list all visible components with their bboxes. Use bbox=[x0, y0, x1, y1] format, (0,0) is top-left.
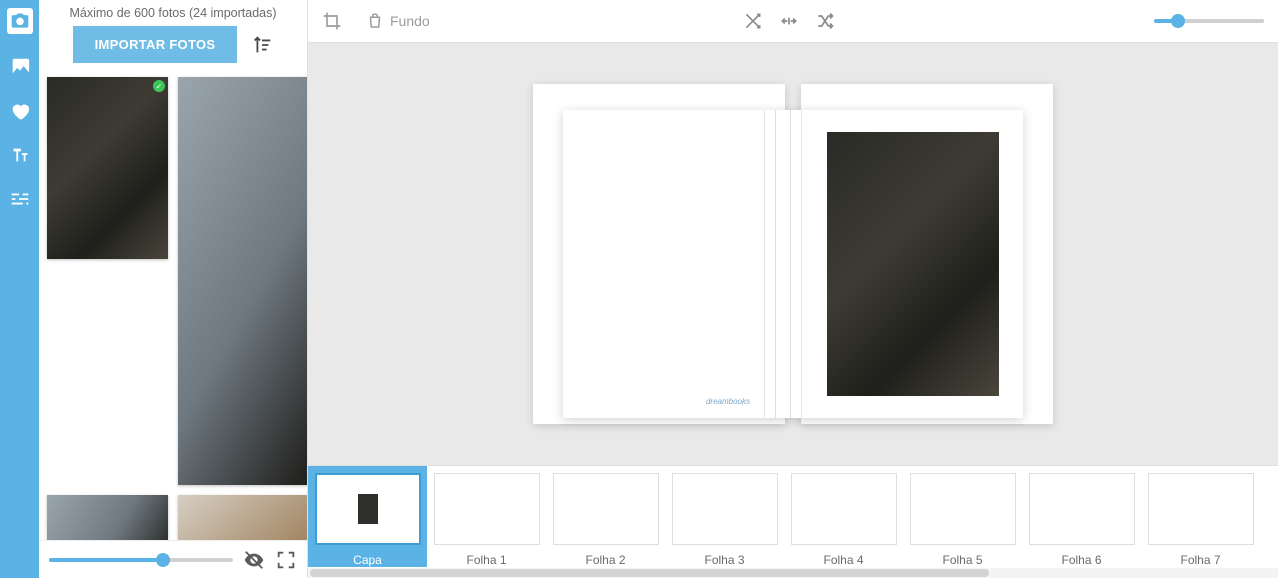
photo-count-label: Máximo de 600 fotos (24 importadas) bbox=[39, 6, 307, 20]
photo-thumb[interactable] bbox=[178, 495, 307, 540]
visibility-off-icon[interactable] bbox=[243, 549, 265, 571]
fullscreen-icon[interactable] bbox=[275, 549, 297, 571]
sidebar-footer bbox=[39, 540, 307, 578]
page-label: Folha 2 bbox=[585, 553, 625, 567]
page-thumb[interactable]: Folha 6 bbox=[1022, 466, 1141, 567]
tool-rail bbox=[0, 0, 39, 578]
zoom-slider[interactable] bbox=[1154, 19, 1264, 23]
editor-toolbar: Fundo bbox=[308, 0, 1278, 43]
brand-watermark: dreambooks bbox=[706, 397, 750, 406]
page-label: Folha 4 bbox=[823, 553, 863, 567]
crop-button[interactable] bbox=[322, 11, 342, 31]
page-label: Folha 6 bbox=[1061, 553, 1101, 567]
book-cover-preview[interactable]: dreambooks bbox=[533, 84, 1053, 424]
spine[interactable] bbox=[764, 110, 802, 418]
page-thumb[interactable]: Folha 5 bbox=[903, 466, 1022, 567]
page-thumb[interactable]: Folha 4 bbox=[784, 466, 903, 567]
image-icon[interactable] bbox=[9, 56, 31, 78]
camera-icon[interactable] bbox=[7, 8, 33, 34]
page-label: Folha 3 bbox=[704, 553, 744, 567]
page-thumb[interactable]: Folha 7 bbox=[1141, 466, 1260, 567]
background-label: Fundo bbox=[390, 13, 430, 29]
thumbnail-size-slider[interactable] bbox=[49, 558, 233, 562]
page-thumb[interactable]: Capa bbox=[308, 466, 427, 567]
photo-thumb[interactable] bbox=[47, 77, 168, 259]
page-label: Folha 5 bbox=[942, 553, 982, 567]
photos-sidebar: Máximo de 600 fotos (24 importadas) IMPO… bbox=[39, 0, 308, 578]
page-thumb[interactable]: Folha 1 bbox=[427, 466, 546, 567]
page-label: Folha 7 bbox=[1180, 553, 1220, 567]
import-photos-button[interactable]: IMPORTAR FOTOS bbox=[73, 26, 238, 63]
photo-thumb[interactable] bbox=[47, 495, 168, 540]
sliders-icon[interactable] bbox=[9, 188, 31, 210]
heart-icon[interactable] bbox=[9, 100, 31, 122]
photo-thumb[interactable] bbox=[178, 77, 307, 485]
cover-photo[interactable] bbox=[827, 132, 999, 396]
shuffle-icon[interactable] bbox=[743, 11, 763, 31]
shuffle-alt-icon[interactable] bbox=[815, 11, 835, 31]
back-cover[interactable]: dreambooks bbox=[563, 110, 764, 418]
pages-track[interactable]: Capa Folha 1 Folha 2 Folha 3 Folha 4 Folha 5 F… bbox=[308, 466, 1278, 568]
page-label: Folha 1 bbox=[466, 553, 506, 567]
fit-width-icon[interactable] bbox=[779, 11, 799, 31]
editor-canvas[interactable]: dreambooks bbox=[308, 43, 1278, 465]
text-icon[interactable] bbox=[9, 144, 31, 166]
page-label: Capa bbox=[353, 553, 382, 567]
pages-strip: Capa Folha 1 Folha 2 Folha 3 Folha 4 Folha 5 F… bbox=[308, 465, 1278, 578]
page-thumb[interactable]: Folha 3 bbox=[665, 466, 784, 567]
front-cover[interactable] bbox=[802, 110, 1023, 418]
main-editor: Fundo dreambooks bbox=[308, 0, 1278, 578]
photo-grid[interactable] bbox=[39, 71, 307, 540]
page-thumb[interactable]: Folha 2 bbox=[546, 466, 665, 567]
background-button[interactable]: Fundo bbox=[366, 12, 430, 30]
sort-icon[interactable] bbox=[251, 34, 273, 56]
pages-scrollbar[interactable] bbox=[308, 568, 1278, 578]
used-badge-icon bbox=[153, 80, 165, 92]
